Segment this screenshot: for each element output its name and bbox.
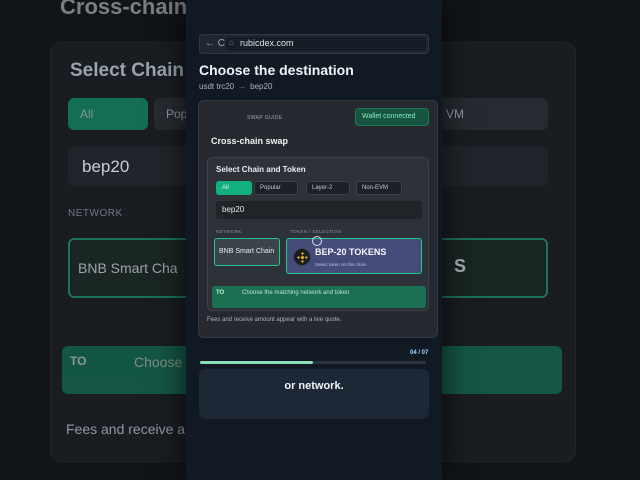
swap-card: SWAP GUIDE Wallet connected Cross-chain … [198,100,438,338]
bg-token-fragment: S [454,256,467,276]
wallet-status-button[interactable]: Wallet connected [355,108,429,126]
bg-filter-nonevm: VM [438,98,548,130]
page-title: Choose the destination [199,62,354,78]
cursor-ring-icon [312,236,322,246]
filter-layer2[interactable]: Layer-2 [306,181,350,195]
swap-guide-label: SWAP GUIDE [247,115,283,121]
token-label: TOKEN / SELECTION [290,229,342,234]
to-label: TO [216,290,225,296]
progress-fill [200,361,313,364]
bg-filter-nonevm-label: VM [446,107,464,121]
bg-filter-popular-label: Pop [166,107,188,121]
filter-non-evm-label: Non-EVM [362,185,389,191]
caption-box: or network. [199,369,429,419]
filter-non-evm[interactable]: Non-EVM [356,181,402,195]
bg-fees: Fees and receive a [66,421,186,437]
bg-filter-all-label: All [80,107,94,121]
filter-popular-label: Popular [260,185,281,191]
to-text: Choose the matching network and token [242,290,350,296]
filter-popular[interactable]: Popular [254,181,298,195]
arrow-right-icon: → [238,82,247,91]
to-selection-bar[interactable]: TO Choose the matching network and token [212,286,426,308]
bg-network-label: NETWORK [68,208,123,219]
bg-to-label: TO [70,354,87,368]
token-bep20-card[interactable]: BEP-20 TOKENS Select token on this chain [286,238,422,274]
fees-note: Fees and receive amount appear with a li… [207,317,342,323]
from-token: usdt trc20 [199,82,235,91]
filter-layer2-label: Layer-2 [312,185,333,191]
step-counter: 04 / 07 [410,350,429,356]
select-chain-panel: Select Chain and Token All Popular Layer… [207,157,429,311]
breadcrumb: usdt trc20 → bep20 [199,82,272,91]
bg-title: Cross-chain [60,0,188,19]
caption-text: or network. [284,380,344,392]
network-bnb-button[interactable]: BNB Smart Chain [214,238,280,266]
card-title: Cross-chain swap [211,136,289,146]
search-value: bep20 [222,205,245,214]
to-token: bep20 [250,82,273,91]
bg-filter-all: All [68,98,148,130]
bnb-icon [293,248,311,266]
bg-heading: Select Chain [70,60,185,81]
progress-track [200,361,426,364]
search-input[interactable]: bep20 [216,201,422,219]
bg-to-text: Choose [134,354,183,370]
browser-bar: ← C ⌂ rubicdex.com [199,34,429,54]
token-subtitle: Select token on this chain [315,262,367,267]
video-frame: Cross-chain Select Chain All Pop VM bep2… [0,0,640,480]
filter-all-label: All [222,185,229,191]
bg-search-value: bep20 [82,157,130,176]
wallet-status-label: Wallet connected [362,113,416,120]
bg-network-value: BNB Smart Cha [78,260,178,276]
url-field[interactable]: ⌂ rubicdex.com [226,37,426,51]
panel-title: Select Chain and Token [216,165,306,174]
phone-screen: ← C ⌂ rubicdex.com Choose the destinatio… [186,0,442,480]
lock-icon: ⌂ [229,38,234,47]
filter-all[interactable]: All [216,181,252,195]
network-label: NETWORK [216,229,242,234]
nav-icons[interactable]: ← C [205,38,225,49]
token-name: BEP-20 TOKENS [315,247,387,257]
network-bnb-label: BNB Smart Chain [219,248,275,255]
url-text: rubicdex.com [240,38,294,48]
